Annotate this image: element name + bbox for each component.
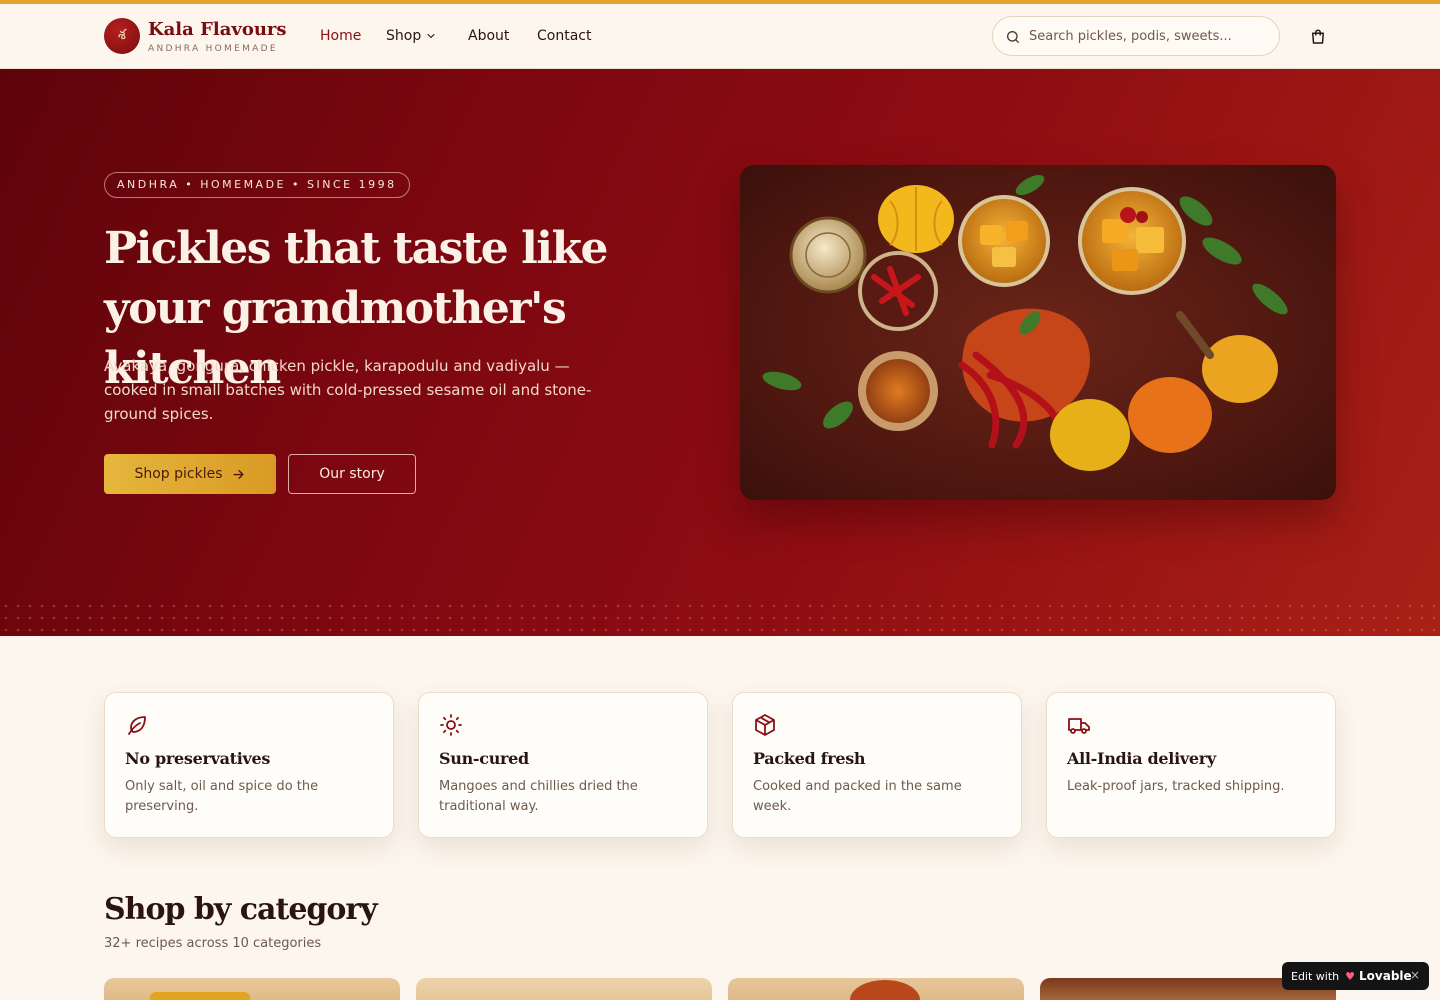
feature-card-packed-fresh: Packed fresh Cooked and packed in the sa… [732,692,1022,838]
logo-glyph: శ [118,26,126,43]
category-section-title: Shop by category [104,892,378,927]
feature-description: Leak-proof jars, tracked shipping. [1067,779,1285,794]
leaf-icon [128,716,146,735]
dotted-pattern [0,600,1440,636]
nav-home[interactable]: Home [320,28,361,44]
brand-tagline: ANDHRA HOMEMADE [148,44,278,54]
nav-about[interactable]: About [468,28,509,44]
feature-card-delivery: All-India delivery Leak-proof jars, trac… [1046,692,1336,838]
feature-description: Mangoes and chillies dried the tradition… [439,779,638,814]
category-tile[interactable] [728,978,1024,1000]
search-input[interactable] [1029,25,1269,47]
feature-title: All-India delivery [1067,749,1216,768]
nav-contact[interactable]: Contact [537,28,591,44]
category-section-subtitle: 32+ recipes across 10 categories [104,936,322,951]
feature-description: Cooked and packed in the same week. [753,779,962,814]
feature-card-no-preservatives: No preservatives Only salt, oil and spic… [104,692,394,838]
package-icon [755,714,775,736]
shop-pickles-label: Shop pickles [134,466,223,482]
brand-name[interactable]: Kala Flavours [148,19,287,40]
heart-icon: ♥ [1345,969,1356,983]
shopping-bag-icon[interactable] [1309,28,1327,46]
category-tile[interactable] [416,978,712,1000]
nav-shop-label: Shop [386,28,422,44]
sun-icon [440,714,462,736]
truck-icon [1068,718,1090,734]
shop-pickles-button[interactable]: Shop pickles [104,454,276,494]
feature-title: Packed fresh [753,749,866,768]
site-header: శ Kala Flavours ANDHRA HOMEMADE Home Sho… [0,4,1440,69]
hero-image-pickles [740,165,1336,500]
close-icon[interactable]: × [1410,968,1420,982]
arrow-right-icon [232,469,244,479]
search-icon [1007,31,1019,43]
pickle-spread-illustration [762,174,1288,471]
feature-card-sun-cured: Sun-cured Mangoes and chillies dried the… [418,692,708,838]
chevron-down-icon [427,33,435,39]
nav-shop[interactable]: Shop [386,28,437,44]
hero-section: ANDHRA • HOMEMADE • SINCE 1998 Pickles t… [0,69,1440,636]
feature-title: No preservatives [125,749,271,768]
search-box[interactable] [992,16,1280,56]
hero-description: Avakaya, gongura, chicken pickle, karapo… [104,357,592,423]
our-story-button[interactable]: Our story [288,454,416,494]
feature-description: Only salt, oil and spice do the preservi… [125,779,319,814]
feature-title: Sun-cured [439,749,529,768]
lovable-badge[interactable]: Edit with ♥ Lovable × [1282,962,1429,990]
brand-logo-icon[interactable]: శ [104,18,140,54]
category-tile[interactable] [104,978,400,1000]
badge-brand: Lovable [1359,969,1412,983]
badge-edit-text: Edit with [1291,969,1340,983]
hero-tagline-pill: ANDHRA • HOMEMADE • SINCE 1998 [104,172,410,198]
